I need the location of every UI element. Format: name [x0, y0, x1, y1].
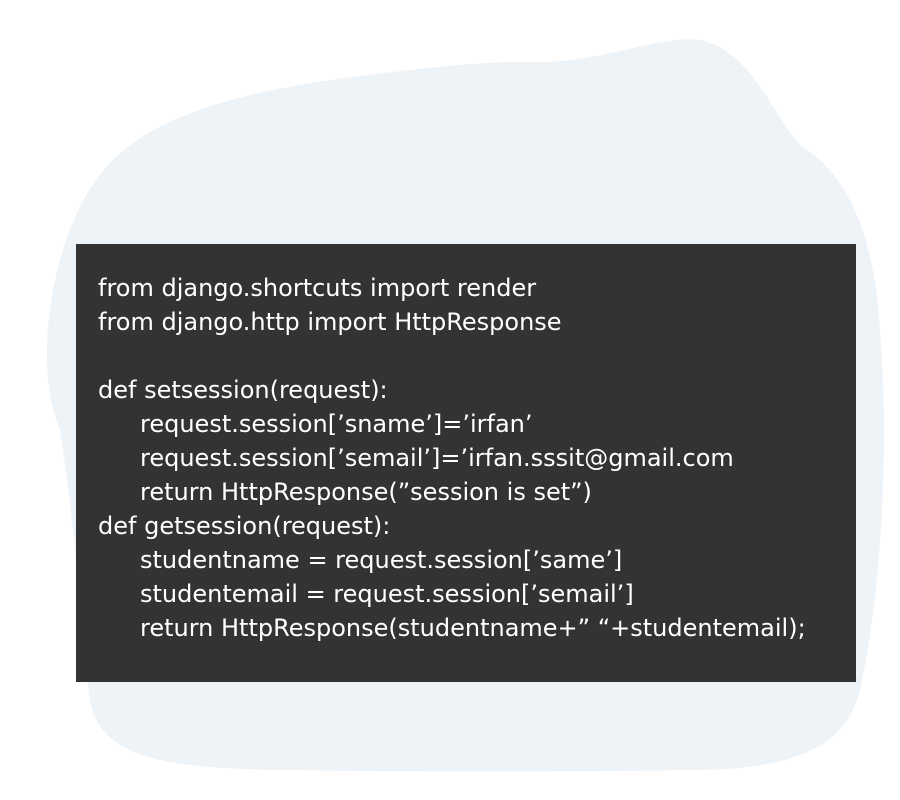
code-line-10: studentemail = request.session[’semail’]	[140, 580, 634, 608]
illustration: from django.shortcuts import render from…	[0, 0, 900, 800]
code-line-8: def getsession(request):	[98, 512, 391, 540]
code-line-4: def setsession(request):	[98, 376, 388, 404]
code-line-5: request.session[’sname’]=’irfan’	[140, 410, 533, 438]
code-line-2: from django.http import HttpResponse	[98, 308, 562, 336]
code-line-1: from django.shortcuts import render	[98, 274, 537, 302]
code-line-9: studentname = request.session[’same’]	[140, 546, 623, 574]
code-block: from django.shortcuts import render from…	[76, 244, 856, 682]
code-line-7: return HttpResponse(”session is set”)	[140, 478, 592, 506]
code-line-6: request.session[’semail’]=’irfan.sssit@g…	[140, 444, 734, 472]
code-line-11: return HttpResponse(studentname+” “+stud…	[140, 614, 806, 642]
